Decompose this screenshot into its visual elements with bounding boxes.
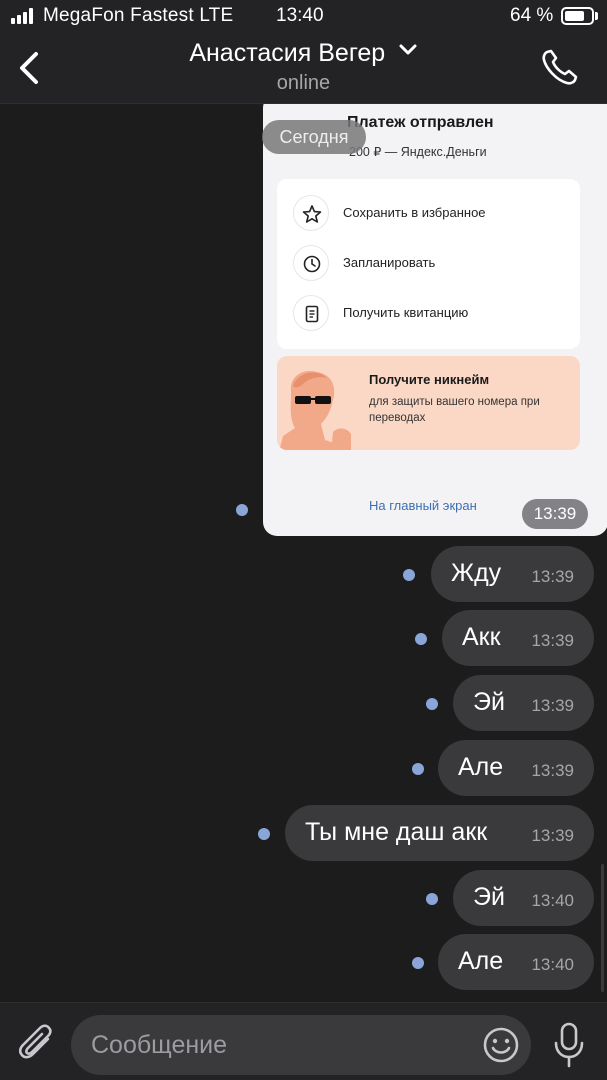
message-time: 13:39 <box>531 761 574 780</box>
contact-title[interactable]: Анастасия Вегер <box>0 39 607 68</box>
receipt-icon <box>293 295 329 331</box>
message-bubble[interactable]: Эй 13:39 <box>453 675 594 731</box>
paperclip-icon[interactable] <box>18 1023 56 1065</box>
message-bubble[interactable]: Ты мне даш акк 13:39 <box>285 805 594 861</box>
message-text: Эй <box>473 688 505 716</box>
message-text: Ты мне даш акк <box>305 818 488 846</box>
composer-bar <box>0 1002 607 1080</box>
action-label: Запланировать <box>343 255 436 270</box>
message-bubble[interactable]: Эй 13:40 <box>453 870 594 926</box>
clock-icon <box>293 245 329 281</box>
battery-percent: 64 % <box>510 5 554 26</box>
contact-name[interactable]: Анастасия Вегер <box>189 39 385 68</box>
message-time: 13:39 <box>531 826 574 845</box>
message-time: 13:39 <box>531 567 574 586</box>
microphone-icon[interactable] <box>552 1021 586 1069</box>
message-text: Жду <box>451 559 502 587</box>
payment-subtitle: 200 ₽ — Яндекс.Деньги <box>349 145 487 159</box>
message-time: 13:39 <box>531 696 574 715</box>
action-label: Сохранить в избранное <box>343 205 486 220</box>
chat-header: Анастасия Вегер online <box>0 32 607 104</box>
message-input[interactable] <box>71 1015 531 1075</box>
battery-tip <box>595 12 598 20</box>
contact-status: online <box>276 72 331 94</box>
phone-icon[interactable] <box>538 46 582 90</box>
promo-title: Получите никнейм <box>369 372 490 387</box>
message-time: 13:40 <box>531 955 574 974</box>
message-time: 13:39 <box>522 499 588 529</box>
battery-icon <box>561 7 594 25</box>
signal-icon <box>11 8 37 24</box>
emoji-icon[interactable] <box>481 1025 521 1065</box>
unread-dot <box>426 698 438 710</box>
date-separator: Сегодня <box>262 120 366 154</box>
home-screen-link: На главный экран <box>369 498 477 513</box>
action-save-favorite: Сохранить в избранное <box>293 195 573 235</box>
unread-dot <box>426 893 438 905</box>
unread-dot <box>258 828 270 840</box>
status-time: 13:40 <box>276 5 324 26</box>
statue-illustration <box>279 371 351 450</box>
unread-dot <box>236 504 248 516</box>
nickname-promo: Получите никнейм для защиты вашего номер… <box>277 356 580 450</box>
unread-dot <box>412 763 424 775</box>
message-bubble[interactable]: Акк 13:39 <box>442 610 594 666</box>
message-bubble[interactable]: Жду 13:39 <box>431 546 594 602</box>
chevron-down-icon[interactable] <box>398 43 418 57</box>
payment-title: Платеж отправлен <box>347 114 494 131</box>
message-time: 13:39 <box>531 631 574 650</box>
unread-dot <box>415 633 427 645</box>
message-text: Але <box>458 947 504 975</box>
payment-actions: Сохранить в избранное Запланировать Полу… <box>277 179 580 349</box>
message-bubble[interactable]: Але 13:40 <box>438 934 594 990</box>
unread-dot <box>403 569 415 581</box>
unread-dot <box>412 957 424 969</box>
promo-subtitle: для защиты вашего номера при переводах <box>369 396 540 424</box>
star-icon <box>293 195 329 231</box>
message-text: Эй <box>473 883 505 911</box>
action-label: Получить квитанцию <box>343 305 469 320</box>
status-bar: MegaFon Fastest LTE 13:40 64 % <box>0 0 607 32</box>
carrier-label: MegaFon Fastest LTE <box>43 5 234 26</box>
image-message[interactable]: Платеж отправлен 200 ₽ — Яндекс.Деньги С… <box>263 104 607 536</box>
message-text: Акк <box>462 623 501 651</box>
message-bubble[interactable]: Але 13:39 <box>438 740 594 796</box>
action-receipt: Получить квитанцию <box>293 295 573 335</box>
message-text: Але <box>458 753 504 781</box>
message-list[interactable]: Платеж отправлен 200 ₽ — Яндекс.Деньги С… <box>0 104 607 1002</box>
action-schedule: Запланировать <box>293 245 573 285</box>
message-time: 13:40 <box>531 891 574 910</box>
scrollbar[interactable] <box>601 864 604 992</box>
